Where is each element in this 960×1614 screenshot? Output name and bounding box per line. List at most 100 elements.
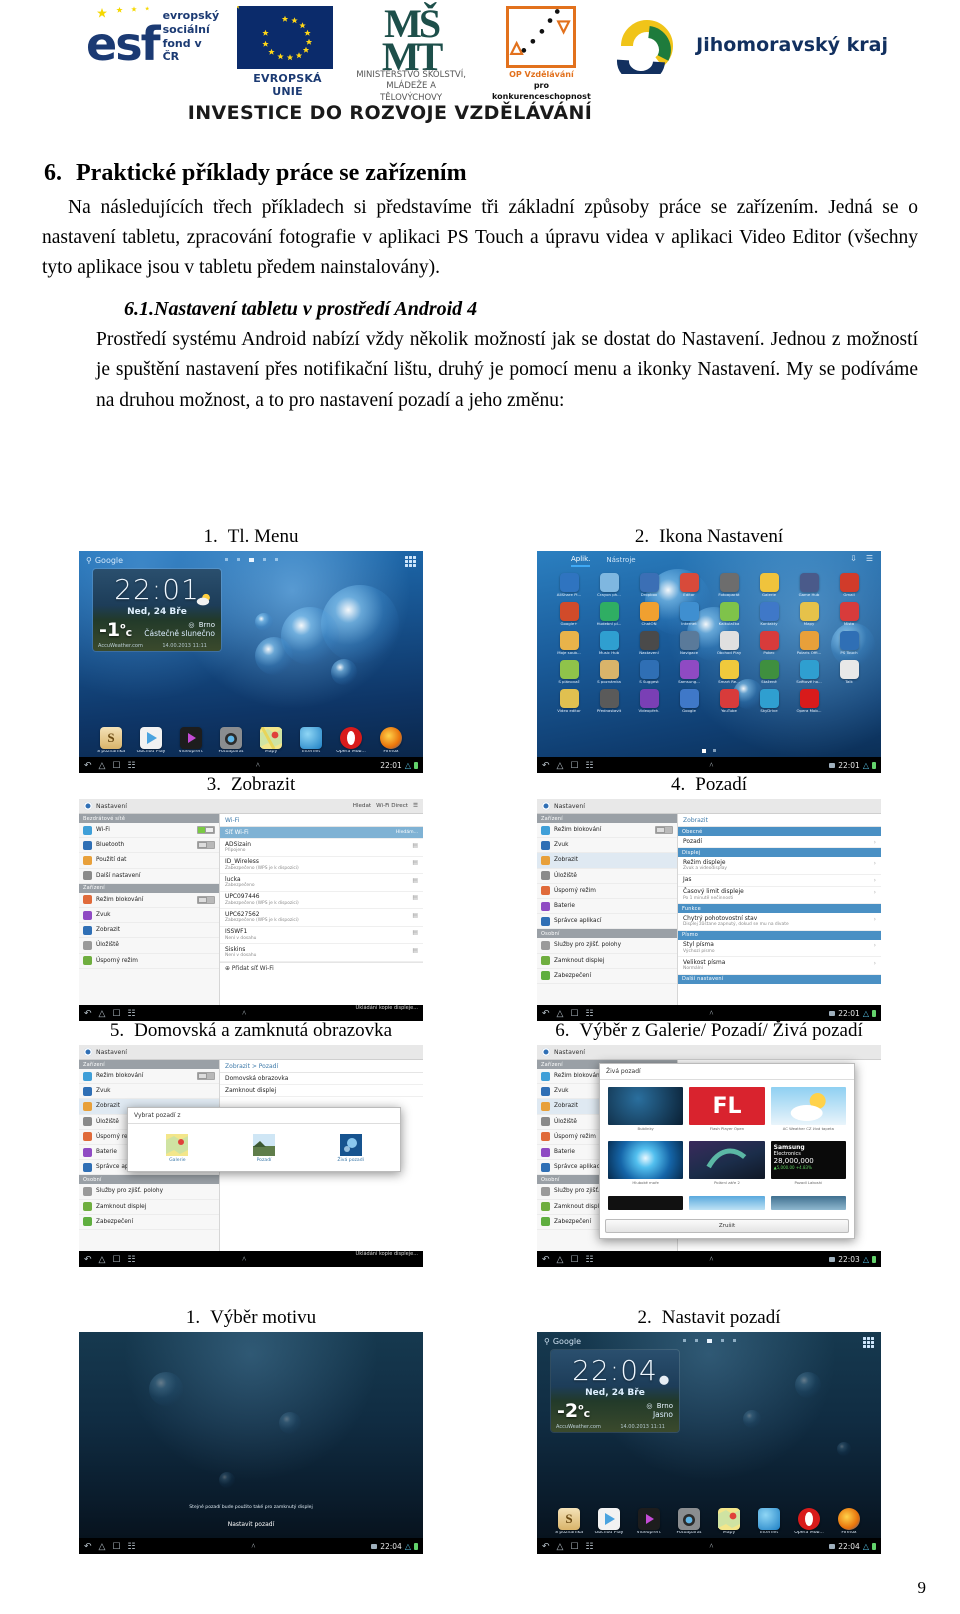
- settings-actions[interactable]: Hledat Wi-Fi Direct ☰: [353, 803, 418, 809]
- notification-handle-icon[interactable]: ^: [136, 1542, 372, 1551]
- drawer-app[interactable]: Stažené: [749, 659, 789, 684]
- settings-sidebar[interactable]: Bezdrátové sítě Wi-Fi Bluetooth Použití dat…: [79, 814, 221, 1005]
- sidebar-item[interactable]: Služby pro zjišť. polohy: [79, 1184, 220, 1200]
- wallpaper-thumb[interactable]: Bublinky: [608, 1087, 684, 1135]
- detail-row[interactable]: Jas ›: [678, 875, 881, 887]
- drawer-app[interactable]: AllShare Pl...: [549, 573, 589, 597]
- drawer-app[interactable]: Video editor: [549, 688, 589, 713]
- toggle-switch[interactable]: [197, 841, 216, 850]
- dock-app[interactable]: Opera Mob...: [336, 727, 366, 755]
- screenshot-icon[interactable]: ☷: [128, 1008, 136, 1018]
- back-icon[interactable]: ↶: [84, 1541, 92, 1551]
- wallpaper-thumb[interactable]: Samsung Electronics 28,000,000 ▲5,000.00…: [770, 1141, 846, 1189]
- drawer-app[interactable]: ChatON: [629, 601, 669, 626]
- wifi-network-row[interactable]: UPC627562 ▤ Zabezpečeno (WPS je k dispozic…: [220, 909, 423, 927]
- dock-app[interactable]: Obchod Play: [594, 1508, 624, 1536]
- sidebar-item[interactable]: Úsporný režim: [79, 954, 220, 969]
- drawer-app[interactable]: Crayon ph...: [589, 573, 629, 597]
- dock-app[interactable]: Internet: [296, 727, 326, 755]
- screenshot-icon[interactable]: ☷: [586, 760, 594, 770]
- drawer-app[interactable]: Videopřeh.: [629, 688, 669, 713]
- home-icon[interactable]: △: [99, 760, 106, 770]
- notification-handle-icon[interactable]: ^: [594, 761, 830, 770]
- sidebar-item[interactable]: Úsporný režim: [537, 884, 678, 899]
- sidebar-item[interactable]: Zvuk: [537, 838, 678, 854]
- dock-app[interactable]: Videopřeh.: [634, 1508, 664, 1536]
- drawer-app[interactable]: Smart Re...: [709, 659, 749, 684]
- drawer-app[interactable]: Galerie: [749, 573, 789, 597]
- tab-aplikace[interactable]: Aplik.: [571, 555, 591, 567]
- wallpaper-thumb[interactable]: FL Flash Player Open: [689, 1087, 765, 1135]
- screenshot-notification[interactable]: Ukládání kopie displeje... Kopie displej…: [353, 1240, 418, 1267]
- dock-app[interactable]: SS poznámka: [554, 1508, 584, 1536]
- set-wallpaper-button[interactable]: Nastavit pozadí: [79, 1521, 423, 1528]
- overflow-menu-icon[interactable]: ☰: [413, 803, 418, 809]
- notification-handle-icon[interactable]: ^: [594, 1009, 830, 1018]
- row-home-screen[interactable]: Domovská obrazovka: [220, 1073, 423, 1085]
- screenshot-icon[interactable]: ☷: [586, 1541, 594, 1551]
- back-icon[interactable]: ↶: [84, 760, 92, 770]
- home-icon[interactable]: △: [99, 1541, 106, 1551]
- drawer-app[interactable]: Obchod Play: [709, 630, 749, 655]
- recents-icon[interactable]: ☐: [112, 1254, 120, 1264]
- wallpaper-thumb[interactable]: [608, 1195, 684, 1214]
- notification-handle-icon[interactable]: ^: [136, 1255, 353, 1264]
- back-icon[interactable]: ↶: [542, 1541, 550, 1551]
- notification-handle-icon[interactable]: ^: [136, 1009, 353, 1018]
- dock-app[interactable]: Firefox: [834, 1508, 864, 1536]
- dock-app[interactable]: SS poznámka: [96, 727, 126, 755]
- screenshot-notification[interactable]: Ukládání kopie displeje... Kopie displej…: [353, 994, 418, 1021]
- recents-icon[interactable]: ☐: [570, 760, 578, 770]
- sidebar-item[interactable]: Zobrazit: [537, 853, 678, 869]
- drawer-app[interactable]: S plánovač: [549, 659, 589, 684]
- wallpaper-thumb[interactable]: Polární záře 2: [689, 1141, 765, 1189]
- back-icon[interactable]: ↶: [542, 760, 550, 770]
- system-status-area[interactable]: 22:01 △: [829, 761, 876, 770]
- add-wifi-network[interactable]: ⊕ Přidat síť Wi-Fi: [220, 961, 423, 975]
- drawer-app[interactable]: S poznámka: [589, 659, 629, 684]
- drawer-app[interactable]: Fotoaparát: [709, 573, 749, 597]
- drawer-app[interactable]: Nastavení: [629, 630, 669, 655]
- wallpaper-thumb[interactable]: Hluboké moře: [608, 1141, 684, 1189]
- screenshot-icon[interactable]: ☷: [128, 1541, 136, 1551]
- recents-icon[interactable]: ☐: [112, 1008, 120, 1018]
- choice-ziva-pozadi[interactable]: Živá pozadí: [330, 1134, 372, 1163]
- drawer-app[interactable]: Samsung...: [669, 659, 709, 684]
- drawer-app[interactable]: S Suggest: [629, 659, 669, 684]
- recents-icon[interactable]: ☐: [570, 1541, 578, 1551]
- drawer-app[interactable]: Polaris Offi...: [789, 630, 829, 655]
- choice-galerie[interactable]: Galerie: [156, 1134, 198, 1163]
- apps-grid-icon[interactable]: [405, 556, 416, 567]
- drawer-app[interactable]: Game Hub: [789, 573, 829, 597]
- dock-app[interactable]: Opera Mob...: [794, 1508, 824, 1536]
- screenshot-icon[interactable]: ☷: [586, 1254, 594, 1264]
- sidebar-item[interactable]: Zvuk: [79, 1084, 220, 1100]
- drawer-app[interactable]: Místa: [829, 601, 869, 626]
- row-lock-screen[interactable]: Zamknout displej: [220, 1085, 423, 1097]
- sidebar-item[interactable]: Baterie: [537, 899, 678, 915]
- drawer-app[interactable]: PS Touch: [829, 630, 869, 655]
- wifi-network-row[interactable]: Síť Wi-Fi Hledám...: [220, 827, 423, 839]
- drawer-app[interactable]: Talk: [829, 659, 869, 684]
- clock-weather-widget[interactable]: 22:04 Ned, 24 Bře -2oc ◎ Brno Jasno Accu…: [551, 1350, 679, 1432]
- sidebar-item[interactable]: Správce aplikací: [537, 914, 678, 930]
- recents-icon[interactable]: ☐: [570, 1254, 578, 1264]
- sidebar-item[interactable]: Režim blokování: [79, 893, 220, 908]
- dock-app[interactable]: Fotoaparát: [674, 1508, 704, 1536]
- drawer-app[interactable]: Internet: [669, 601, 709, 626]
- dock-app[interactable]: Fotoaparát: [216, 727, 246, 755]
- sidebar-item[interactable]: Bluetooth: [79, 838, 220, 854]
- sidebar-item[interactable]: Úložiště: [537, 869, 678, 884]
- menu-icon[interactable]: ☰: [866, 554, 873, 563]
- dock-app[interactable]: Firefox: [376, 727, 406, 755]
- notification-handle-icon[interactable]: ^: [136, 761, 381, 770]
- detail-row[interactable]: Chytrý pohotovostní stav › Displej zůstane…: [678, 913, 881, 931]
- drawer-app[interactable]: Moje soub...: [549, 630, 589, 655]
- notification-handle-icon[interactable]: ^: [594, 1542, 830, 1551]
- home-icon[interactable]: △: [557, 1254, 564, 1264]
- drawer-app[interactable]: Přednastavit: [589, 688, 629, 713]
- detail-row[interactable]: Styl písma › Výchozí písmo: [678, 940, 881, 957]
- sidebar-item[interactable]: Použití dat: [79, 853, 220, 869]
- wifi-network-row[interactable]: Siskins ▤ Není v dosahu: [220, 944, 423, 962]
- wifi-network-row[interactable]: ISSWF1 ▤ Není v dosahu: [220, 927, 423, 944]
